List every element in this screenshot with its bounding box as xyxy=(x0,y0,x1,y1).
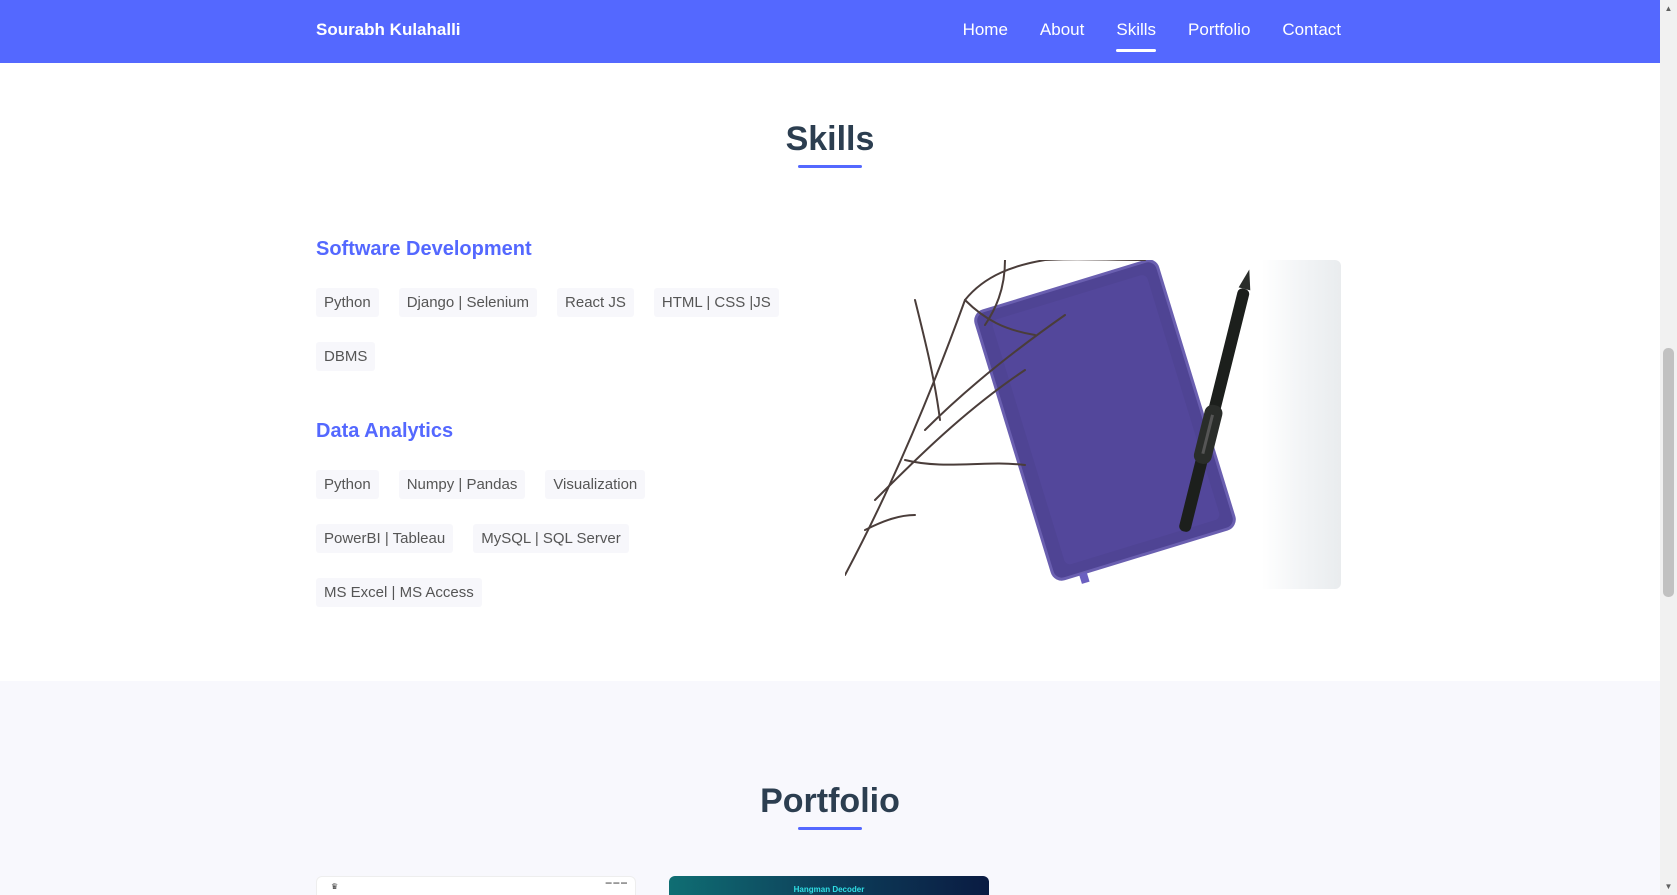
page-scrollbar[interactable]: ▲ ▼ xyxy=(1660,0,1677,895)
portfolio-title: Portfolio xyxy=(0,782,1660,830)
skill-tag: PowerBI | Tableau xyxy=(316,524,454,553)
crown-icon: ♛ xyxy=(331,882,339,891)
top-navbar: Sourabh Kulahalli Home About Skills Port… xyxy=(0,0,1660,63)
nav-link-contact[interactable]: Contact xyxy=(1282,20,1341,48)
nav-links: Home About Skills Portfolio Contact xyxy=(963,20,1341,52)
skills-title: Skills xyxy=(0,120,1660,168)
nav-link-about[interactable]: About xyxy=(1040,20,1084,48)
menu-icon: ▬ ▬ ▬ xyxy=(605,880,627,886)
portfolio-card-2[interactable]: Hangman Decoder xyxy=(669,876,989,895)
skill-tag: Visualization xyxy=(545,470,646,499)
nav-link-home[interactable]: Home xyxy=(963,20,1008,48)
skill-tag: DBMS xyxy=(316,342,376,371)
portfolio-title-text: Portfolio xyxy=(760,782,900,820)
notebook-shape xyxy=(974,260,1236,584)
card-caption: Hangman Decoder xyxy=(793,885,865,894)
skills-section: Skills Software Development Python Djang… xyxy=(0,63,1660,681)
portfolio-card-1[interactable]: ♛ ▬ ▬ ▬ xyxy=(316,876,636,895)
scroll-down-arrow-icon[interactable]: ▼ xyxy=(1660,878,1677,895)
scroll-thumb[interactable] xyxy=(1663,348,1674,597)
skill-tag: React JS xyxy=(557,288,634,317)
skill-tag: Numpy | Pandas xyxy=(398,470,526,499)
notebook-photo xyxy=(845,260,1341,589)
notebook-illustration xyxy=(845,260,1251,584)
portfolio-section: Portfolio ♛ ▬ ▬ ▬ Hangman Decoder xyxy=(0,681,1660,895)
scroll-up-arrow-icon[interactable]: ▲ xyxy=(1660,0,1677,17)
data-skill-tags: Python Numpy | Pandas Visualization Powe… xyxy=(316,470,676,607)
skill-tag: MySQL | SQL Server xyxy=(473,524,629,553)
skill-tag: HTML | CSS |JS xyxy=(653,288,779,317)
nav-link-portfolio[interactable]: Portfolio xyxy=(1188,20,1250,48)
nav-link-skills[interactable]: Skills xyxy=(1116,20,1156,52)
title-underline xyxy=(798,827,862,830)
category-heading-data: Data Analytics xyxy=(316,420,454,442)
skill-tag: MS Excel | MS Access xyxy=(316,578,482,607)
software-skill-tags: Python Django | Selenium React JS HTML |… xyxy=(316,288,796,371)
category-heading-software: Software Development xyxy=(316,238,532,260)
brand-name[interactable]: Sourabh Kulahalli xyxy=(316,20,461,40)
skill-tag: Django | Selenium xyxy=(398,288,538,317)
title-underline xyxy=(798,165,862,168)
skill-tag: Python xyxy=(316,288,379,317)
skill-tag: Python xyxy=(316,470,379,499)
skills-title-text: Skills xyxy=(785,120,875,158)
